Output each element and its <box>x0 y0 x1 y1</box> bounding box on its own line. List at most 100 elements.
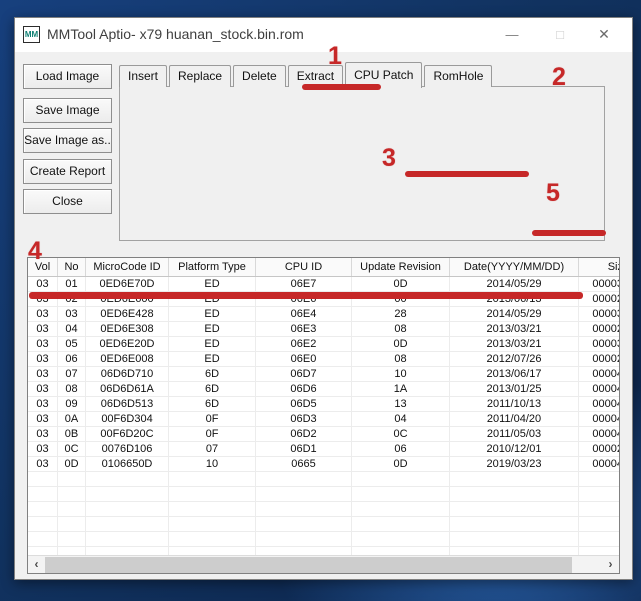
cell: 13 <box>352 397 450 411</box>
table-row[interactable]: 03 07 06D6D710 6D 06D7 10 2013/06/17 00004 <box>28 367 619 382</box>
cell: ED <box>169 307 256 321</box>
cell: 08 <box>58 382 86 396</box>
column-header-platform-type[interactable]: Platform Type <box>169 258 256 276</box>
cell: 2013/01/25 <box>450 382 579 396</box>
table-row[interactable]: 03 03 0ED6E428 ED 06E4 28 2014/05/29 00003 <box>28 307 619 322</box>
cell <box>28 532 58 546</box>
table-body: 03 01 0ED6E70D ED 06E7 0D 2014/05/29 00003 03 02 0… <box>28 277 619 562</box>
cell <box>169 472 256 486</box>
cell: 0665 <box>256 457 352 471</box>
cell <box>579 517 619 531</box>
tab-delete[interactable]: Delete <box>233 65 286 87</box>
cell: 06D6 <box>256 382 352 396</box>
table-row[interactable]: 03 04 0ED6E308 ED 06E3 08 2013/03/21 00002 <box>28 322 619 337</box>
cell: 03 <box>28 382 58 396</box>
horizontal-scrollbar[interactable]: ‹ › <box>28 555 619 573</box>
cell <box>352 502 450 516</box>
cell <box>256 487 352 501</box>
table-row[interactable]: 03 06 0ED6E008 ED 06E0 08 2012/07/26 00002 <box>28 352 619 367</box>
cell: 08 <box>352 322 450 336</box>
cell: 06D3 <box>256 412 352 426</box>
cell <box>450 517 579 531</box>
cell: 00003 <box>592 278 620 290</box>
cell <box>58 517 86 531</box>
cell: 07 <box>169 442 256 456</box>
cell: 03 <box>28 457 58 471</box>
scroll-right-icon[interactable]: › <box>602 556 619 573</box>
cell <box>58 472 86 486</box>
cell <box>169 502 256 516</box>
sidebar-button-save-image[interactable]: Save Image <box>23 98 112 123</box>
table-row[interactable]: 03 0A 00F6D304 0F 06D3 04 2011/04/20 00004 <box>28 412 619 427</box>
mmtool-window: MM MMTool Aptio- x79 huanan_stock.bin.ro… <box>14 17 633 580</box>
cell <box>256 532 352 546</box>
cell: ED <box>169 352 256 366</box>
cell: 06E2 <box>256 337 352 351</box>
cell: 0A <box>58 412 86 426</box>
cell: 03 <box>28 277 58 291</box>
cell: 03 <box>28 412 58 426</box>
cell: 00F6D304 <box>86 412 169 426</box>
cell: 03 <box>28 367 58 381</box>
cell <box>352 532 450 546</box>
cell: 0D <box>352 457 450 471</box>
cell <box>86 517 169 531</box>
cell: 2011/05/03 <box>450 427 579 441</box>
table-row[interactable]: 03 05 0ED6E20D ED 06E2 0D 2013/03/21 00003 <box>28 337 619 352</box>
cell: 0B <box>58 427 86 441</box>
cell: 03 <box>28 322 58 336</box>
cell: 2013/03/21 <box>450 337 579 351</box>
table-row[interactable]: 03 01 0ED6E70D ED 06E7 0D 2014/05/29 00003 <box>28 277 619 292</box>
tab-replace[interactable]: Replace <box>169 65 232 87</box>
scroll-left-icon[interactable]: ‹ <box>28 556 45 573</box>
column-header-cpu-id[interactable]: CPU ID <box>256 258 352 276</box>
cell: ED <box>169 277 256 291</box>
tab-romhole[interactable]: RomHole <box>424 65 493 87</box>
table-row[interactable]: 03 0C 0076D106 07 06D1 06 2010/12/01 00002 <box>28 442 619 457</box>
sidebar-button-create-report[interactable]: Create Report <box>23 159 112 184</box>
cell: 06D6D513 <box>86 397 169 411</box>
cell: 04 <box>58 322 86 336</box>
cell: 0C <box>58 442 86 456</box>
cell: 06 <box>58 352 86 366</box>
cell: 0F <box>169 427 256 441</box>
cell: 09 <box>58 397 86 411</box>
table-row[interactable]: 03 0D 0106650D 10 0665 0D 2019/03/23 00004 <box>28 457 619 472</box>
column-header-microcode-id[interactable]: MicroCode ID <box>86 258 169 276</box>
annotation-underline-insert-option <box>405 171 529 177</box>
cell: 2012/07/26 <box>450 352 579 366</box>
cell: ED <box>169 337 256 351</box>
cell: 06D2 <box>256 427 352 441</box>
cell: 10 <box>352 367 450 381</box>
column-header-siz[interactable]: Siz <box>579 258 619 276</box>
cell: 1A <box>352 382 450 396</box>
minimize-button[interactable]: — <box>492 18 532 51</box>
scrollbar-thumb[interactable] <box>45 557 572 573</box>
cell: 2011/10/13 <box>450 397 579 411</box>
cell: 06D1 <box>256 442 352 456</box>
sidebar-button-close[interactable]: Close <box>23 189 112 214</box>
annotation-underline-cpu-patch-tab <box>302 84 381 90</box>
sidebar-button-save-image-as[interactable]: Save Image as.. <box>23 128 112 153</box>
cell: 00004 <box>592 383 620 395</box>
column-header-date-yyyy-mm-dd[interactable]: Date(YYYY/MM/DD) <box>450 258 579 276</box>
cell <box>450 472 579 486</box>
cell: 00004 <box>592 458 620 470</box>
cell: 06E3 <box>256 322 352 336</box>
sidebar-button-load-image[interactable]: Load Image <box>23 64 112 89</box>
cell: 00004 <box>592 428 620 440</box>
column-header-no[interactable]: No <box>58 258 86 276</box>
table-row[interactable]: 03 0B 00F6D20C 0F 06D2 0C 2011/05/03 00004 <box>28 427 619 442</box>
cell: 0D <box>352 277 450 291</box>
tab-page-frame <box>119 86 605 241</box>
cell <box>352 472 450 486</box>
maximize-button[interactable]: □ <box>540 18 580 51</box>
cell: 01 <box>58 277 86 291</box>
table-row[interactable]: 03 08 06D6D61A 6D 06D6 1A 2013/01/25 00004 <box>28 382 619 397</box>
column-header-update-revision[interactable]: Update Revision <box>352 258 450 276</box>
tab-insert[interactable]: Insert <box>119 65 168 87</box>
annotation-underline-table-row <box>29 292 583 299</box>
table-row[interactable]: 03 09 06D6D513 6D 06D5 13 2011/10/13 00004 <box>28 397 619 412</box>
titlebar[interactable]: MM MMTool Aptio- x79 huanan_stock.bin.ro… <box>15 18 632 52</box>
close-icon[interactable]: ✕ <box>584 18 624 51</box>
